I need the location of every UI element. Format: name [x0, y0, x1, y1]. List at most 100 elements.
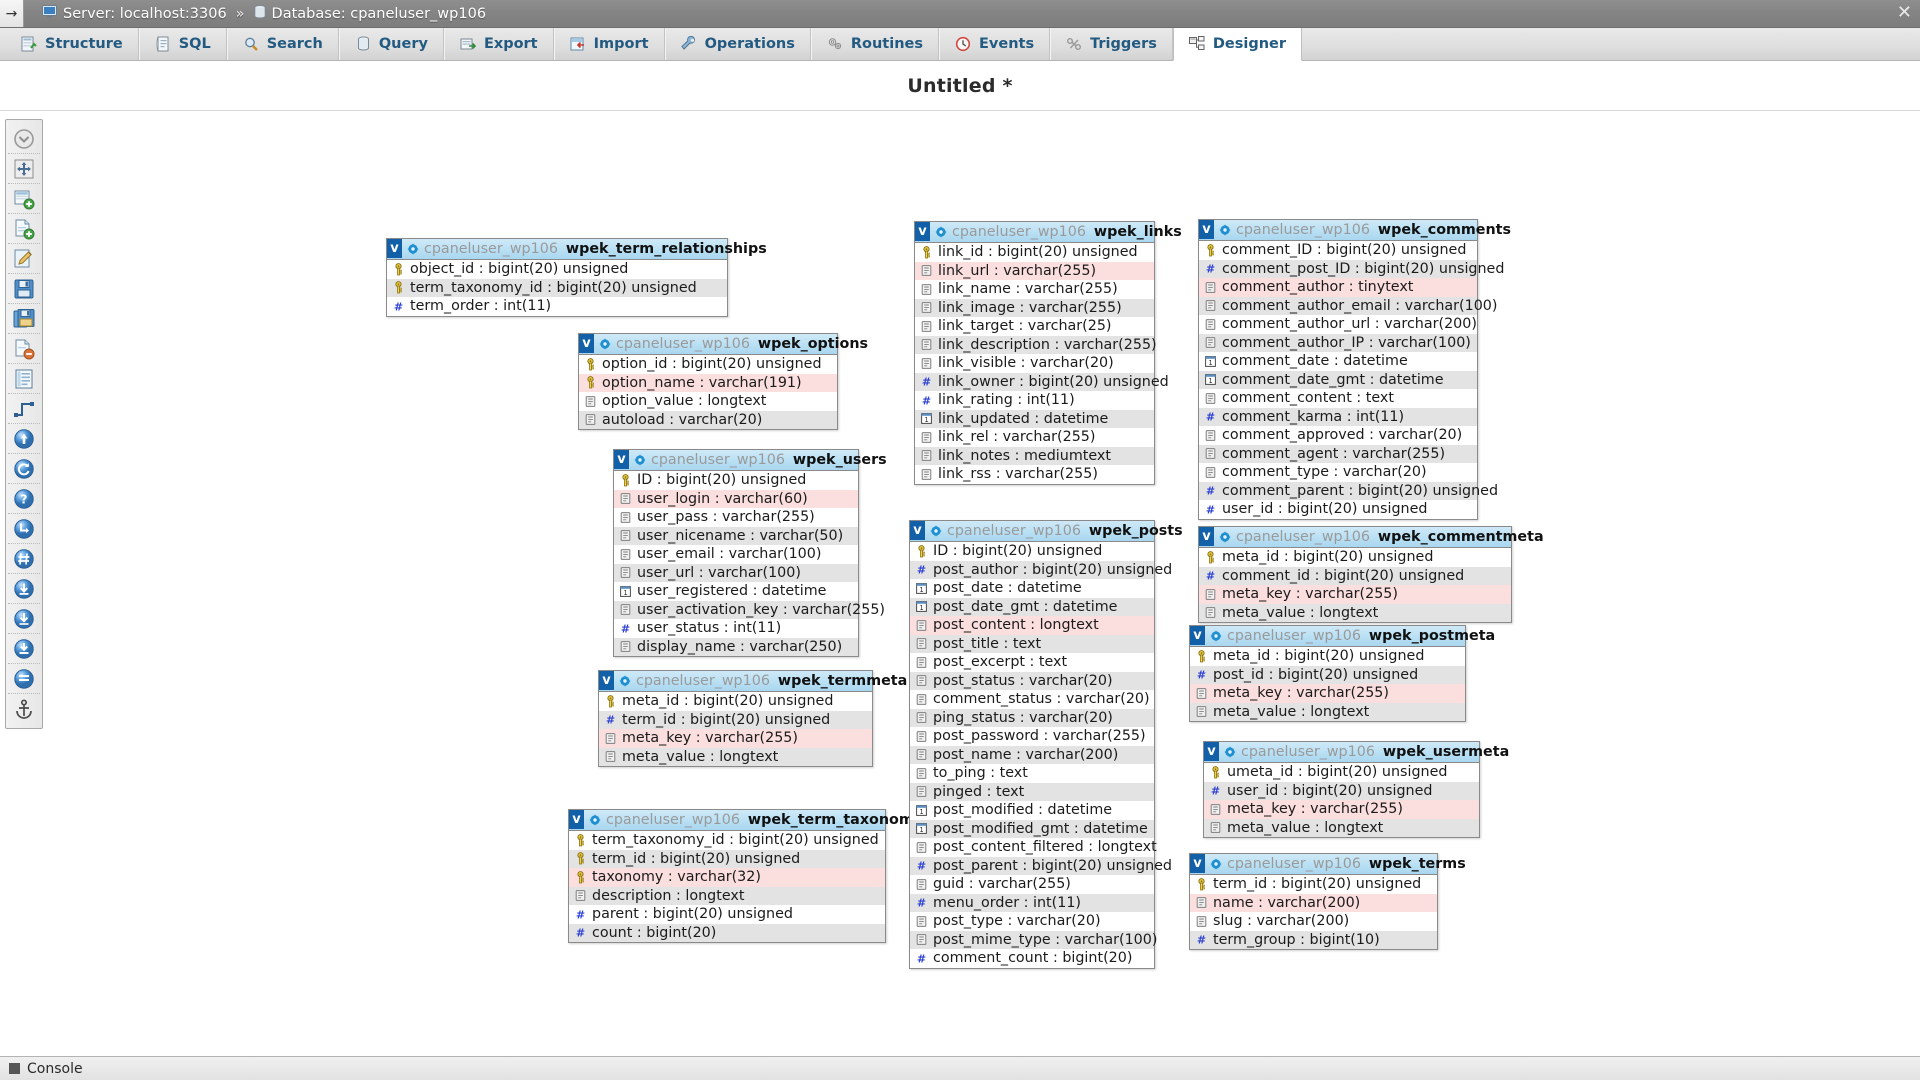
gear-icon[interactable] [935, 225, 947, 238]
table-column-row[interactable]: ping_status : varchar(20) [910, 708, 1154, 727]
table-column-row[interactable]: option_value : longtext [579, 392, 837, 411]
angular-links-icon[interactable] [8, 514, 40, 544]
table-box-wpek_term_taxonomy[interactable]: v cpaneluser_wp106 wpek_term_taxonomy term_… [568, 809, 923, 943]
table-header[interactable]: v cpaneluser_wp106 wpek_termmeta [599, 671, 907, 692]
table-column-row[interactable]: display_name : varchar(250) [614, 637, 858, 656]
table-column-row[interactable]: meta_key : varchar(255) [599, 729, 872, 748]
table-column-row[interactable]: comment_type : varchar(20) [1199, 463, 1477, 482]
table-column-row[interactable]: # post_parent : bigint(20) unsigned [910, 856, 1172, 875]
new-page-icon[interactable] [8, 214, 40, 244]
table-column-row[interactable]: ID : bigint(20) unsigned [910, 542, 1154, 561]
delete-page-icon[interactable] [8, 334, 40, 364]
table-column-row[interactable]: link_id : bigint(20) unsigned [915, 243, 1154, 262]
table-column-row[interactable]: meta_key : varchar(255) [1190, 684, 1465, 703]
table-column-row[interactable]: post_title : text [910, 634, 1154, 653]
table-column-row[interactable]: comment_status : varchar(20) [910, 690, 1154, 709]
table-box-wpek_comments[interactable]: v cpaneluser_wp106 wpek_comments comment_ID… [1198, 219, 1511, 520]
collapse-toggle-button[interactable]: v [1199, 220, 1214, 239]
table-column-row[interactable]: taxonomy : varchar(32) [569, 868, 885, 887]
table-column-row[interactable]: slug : varchar(200) [1190, 912, 1437, 931]
gear-icon[interactable] [407, 242, 419, 255]
table-column-row[interactable]: meta_id : bigint(20) unsigned [1190, 647, 1465, 666]
collapse-toggle-button[interactable]: v [599, 671, 614, 690]
table-column-row[interactable]: 1 post_modified : datetime [910, 801, 1154, 820]
table-column-row[interactable]: user_pass : varchar(255) [614, 508, 858, 527]
table-column-row[interactable]: post_mime_type : varchar(100) [910, 930, 1157, 949]
gear-icon[interactable] [930, 524, 942, 537]
edit-page-icon[interactable] [8, 244, 40, 274]
table-column-row[interactable]: link_description : varchar(255) [915, 335, 1157, 354]
table-column-row[interactable]: link_target : varchar(25) [915, 317, 1154, 336]
server-label[interactable]: Server: localhost:3306 [63, 6, 227, 22]
table-column-row[interactable]: term_taxonomy_id : bigint(20) unsigned [569, 831, 885, 850]
tab-import[interactable]: Import [553, 28, 665, 60]
table-column-row[interactable]: pinged : text [910, 782, 1154, 801]
table-column-row[interactable]: user_url : varchar(100) [614, 563, 858, 582]
tab-query[interactable]: Query [338, 28, 444, 60]
table-box-wpek_options[interactable]: v cpaneluser_wp106 wpek_options option_id :… [578, 333, 868, 430]
collapse-toggle-button[interactable]: v [579, 334, 594, 353]
table-column-row[interactable]: post_name : varchar(200) [910, 745, 1154, 764]
table-column-row[interactable]: user_activation_key : varchar(255) [614, 600, 885, 619]
table-column-row[interactable]: guid : varchar(255) [910, 875, 1154, 894]
table-column-row[interactable]: meta_value : longtext [1190, 702, 1465, 721]
tab-export[interactable]: Export [443, 28, 554, 60]
table-box-wpek_usermeta[interactable]: v cpaneluser_wp106 wpek_usermeta umeta_id :… [1203, 741, 1509, 838]
table-column-row[interactable]: # comment_parent : bigint(20) unsigned [1199, 481, 1498, 500]
close-icon[interactable]: ✕ [1897, 4, 1912, 22]
table-column-row[interactable]: # link_rating : int(11) [915, 391, 1154, 410]
table-column-row[interactable]: term_id : bigint(20) unsigned [1190, 875, 1437, 894]
table-column-row[interactable]: # comment_id : bigint(20) unsigned [1199, 566, 1511, 585]
table-column-row[interactable]: post_status : varchar(20) [910, 671, 1154, 690]
table-column-row[interactable]: comment_agent : varchar(255) [1199, 444, 1477, 463]
database-label[interactable]: Database: cpaneluser_wp106 [272, 6, 487, 22]
table-column-row[interactable]: 1 user_registered : datetime [614, 582, 858, 601]
gear-icon[interactable] [634, 453, 646, 466]
table-column-row[interactable]: post_type : varchar(20) [910, 912, 1154, 931]
navigation-expand-button[interactable]: → [0, 0, 24, 27]
gear-icon[interactable] [1219, 223, 1231, 236]
table-column-row[interactable]: 1 post_modified_gmt : datetime [910, 819, 1154, 838]
tab-operations[interactable]: Operations [664, 28, 811, 60]
table-column-row[interactable]: term_taxonomy_id : bigint(20) unsigned [387, 278, 727, 297]
table-column-row[interactable]: # comment_karma : int(11) [1199, 407, 1477, 426]
table-header[interactable]: v cpaneluser_wp106 wpek_comments [1199, 220, 1511, 241]
table-column-row[interactable]: # comment_count : bigint(20) [910, 949, 1154, 968]
tab-events[interactable]: Events [939, 28, 1051, 60]
create-relation-icon[interactable] [8, 424, 40, 454]
table-column-row[interactable]: # count : bigint(20) [569, 923, 885, 942]
table-header[interactable]: v cpaneluser_wp106 wpek_commentmeta [1199, 527, 1544, 548]
table-column-row[interactable]: meta_key : varchar(255) [1199, 585, 1511, 604]
table-column-row[interactable]: user_nicename : varchar(50) [614, 526, 858, 545]
table-box-wpek_term_relationships[interactable]: v cpaneluser_wp106 wpek_term_relationships… [386, 238, 767, 317]
table-column-row[interactable]: post_password : varchar(255) [910, 727, 1154, 746]
table-column-row[interactable]: post_excerpt : text [910, 653, 1154, 672]
table-column-row[interactable]: object_id : bigint(20) unsigned [387, 260, 727, 279]
table-header[interactable]: v cpaneluser_wp106 wpek_links [915, 222, 1182, 243]
collapse-toggle-button[interactable]: v [614, 450, 629, 469]
tab-structure[interactable]: Structure [6, 28, 139, 60]
gear-icon[interactable] [599, 337, 611, 350]
save-as-icon[interactable] [8, 304, 40, 334]
grid-icon[interactable] [8, 544, 40, 574]
designer-canvas[interactable]: ? v cpaneluser_wp106 wpek_term_relationshi… [0, 110, 1920, 1040]
table-column-row[interactable]: # parent : bigint(20) unsigned [569, 905, 885, 924]
table-header[interactable]: v cpaneluser_wp106 wpek_posts [910, 521, 1183, 542]
gear-icon[interactable] [1224, 745, 1236, 758]
gear-icon[interactable] [1219, 530, 1231, 543]
relation-line-icon[interactable] [8, 394, 40, 424]
table-column-row[interactable]: description : longtext [569, 886, 885, 905]
table-column-row[interactable]: term_id : bigint(20) unsigned [569, 849, 885, 868]
table-column-row[interactable]: comment_author : tinytext [1199, 278, 1477, 297]
table-column-row[interactable]: comment_author_url : varchar(200) [1199, 315, 1477, 334]
table-column-row[interactable]: option_name : varchar(191) [579, 373, 837, 392]
table-column-row[interactable]: meta_value : longtext [599, 747, 872, 766]
table-column-row[interactable]: # user_id : bigint(20) unsigned [1199, 500, 1477, 519]
table-header[interactable]: v cpaneluser_wp106 wpek_usermeta [1204, 742, 1509, 763]
table-column-row[interactable]: # user_status : int(11) [614, 619, 858, 638]
table-column-row[interactable]: user_email : varchar(100) [614, 545, 858, 564]
table-column-row[interactable]: comment_ID : bigint(20) unsigned [1199, 241, 1477, 260]
table-column-row[interactable]: # term_id : bigint(20) unsigned [599, 710, 872, 729]
table-column-row[interactable]: ID : bigint(20) unsigned [614, 471, 858, 490]
table-column-row[interactable]: meta_value : longtext [1204, 818, 1479, 837]
